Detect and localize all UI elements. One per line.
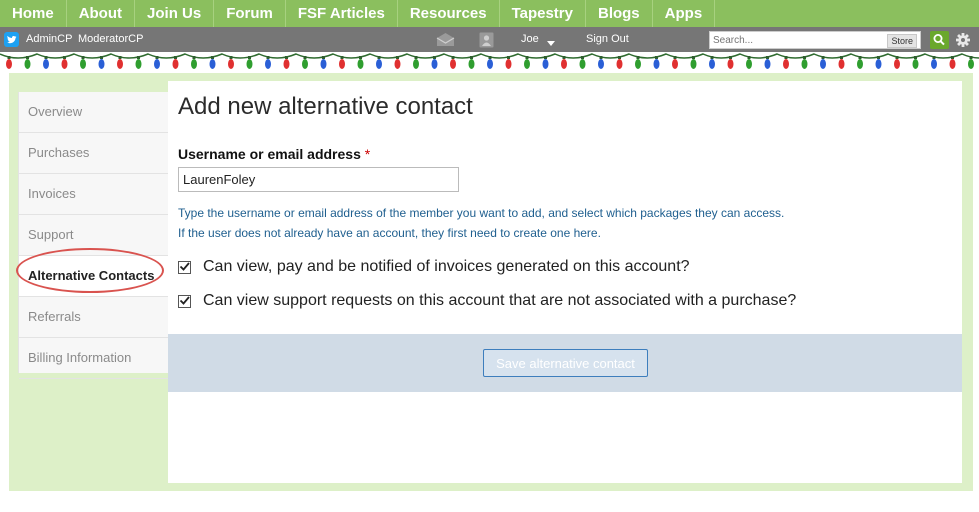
main-content: Add new alternative contact Username or … [168,81,962,483]
search-button[interactable] [930,31,949,49]
sidebar-item-referrals[interactable]: Referrals [19,297,169,338]
nav-blogs[interactable]: Blogs [586,0,653,27]
checkbox-label: Can view, pay and be notified of invoice… [203,258,690,275]
profile-card-icon[interactable] [479,32,494,51]
sidebar-item-purchases[interactable]: Purchases [19,133,169,174]
sidebar-item-alternative-contacts[interactable]: Alternative Contacts [19,256,169,297]
field-label-text: Username or email address [178,146,361,162]
sidebar-item-billing-information[interactable]: Billing Information [19,338,169,379]
account-sidebar: Overview Purchases Invoices Support Alte… [18,92,169,379]
top-navigation: Home About Join Us Forum FSF Articles Re… [0,0,979,27]
holiday-lights-decoration [0,53,979,69]
checkbox-label: Can view support requests on this accoun… [203,292,797,309]
hint-text-2: If the user does not already have an acc… [178,226,601,240]
page-title: Add new alternative contact [178,93,473,120]
search-input[interactable] [713,33,883,47]
nav-resources[interactable]: Resources [398,0,500,27]
nav-join-us[interactable]: Join Us [135,0,215,27]
nav-about[interactable]: About [67,0,136,27]
sidebar-item-overview[interactable]: Overview [19,92,169,133]
search-box: Store [709,31,921,49]
required-marker: * [364,146,371,162]
nav-fsf-articles[interactable]: FSF Articles [286,0,398,27]
support-permission-checkbox[interactable]: Can view support requests on this accoun… [178,292,796,310]
sign-out-link[interactable]: Sign Out [586,33,629,45]
submit-bar: Save alternative contact [168,334,962,392]
sidebar-item-invoices[interactable]: Invoices [19,174,169,215]
username-field-label: Username or email address * [178,146,370,162]
chevron-down-icon [547,37,555,49]
sidebar-item-support[interactable]: Support [19,215,169,256]
nav-home[interactable]: Home [0,0,67,27]
search-scope-store[interactable]: Store [887,34,917,48]
hint-text-1: Type the username or email address of th… [178,206,785,220]
moderatorcp-link[interactable]: ModeratorCP [78,33,143,45]
twitter-icon[interactable] [4,32,19,47]
username-email-input[interactable] [178,167,459,192]
nav-apps[interactable]: Apps [653,0,716,27]
invoices-permission-checkbox[interactable]: Can view, pay and be notified of invoice… [178,258,690,276]
checkbox-checked-icon[interactable] [178,294,191,308]
search-icon [933,34,945,46]
nav-forum[interactable]: Forum [214,0,286,27]
save-alternative-contact-button[interactable]: Save alternative contact [483,349,648,377]
user-menu[interactable]: Joe [521,33,539,45]
inbox-envelope-icon[interactable] [436,32,455,50]
checkbox-checked-icon[interactable] [178,260,191,274]
admincp-link[interactable]: AdminCP [26,33,72,45]
nav-tapestry[interactable]: Tapestry [500,0,586,27]
